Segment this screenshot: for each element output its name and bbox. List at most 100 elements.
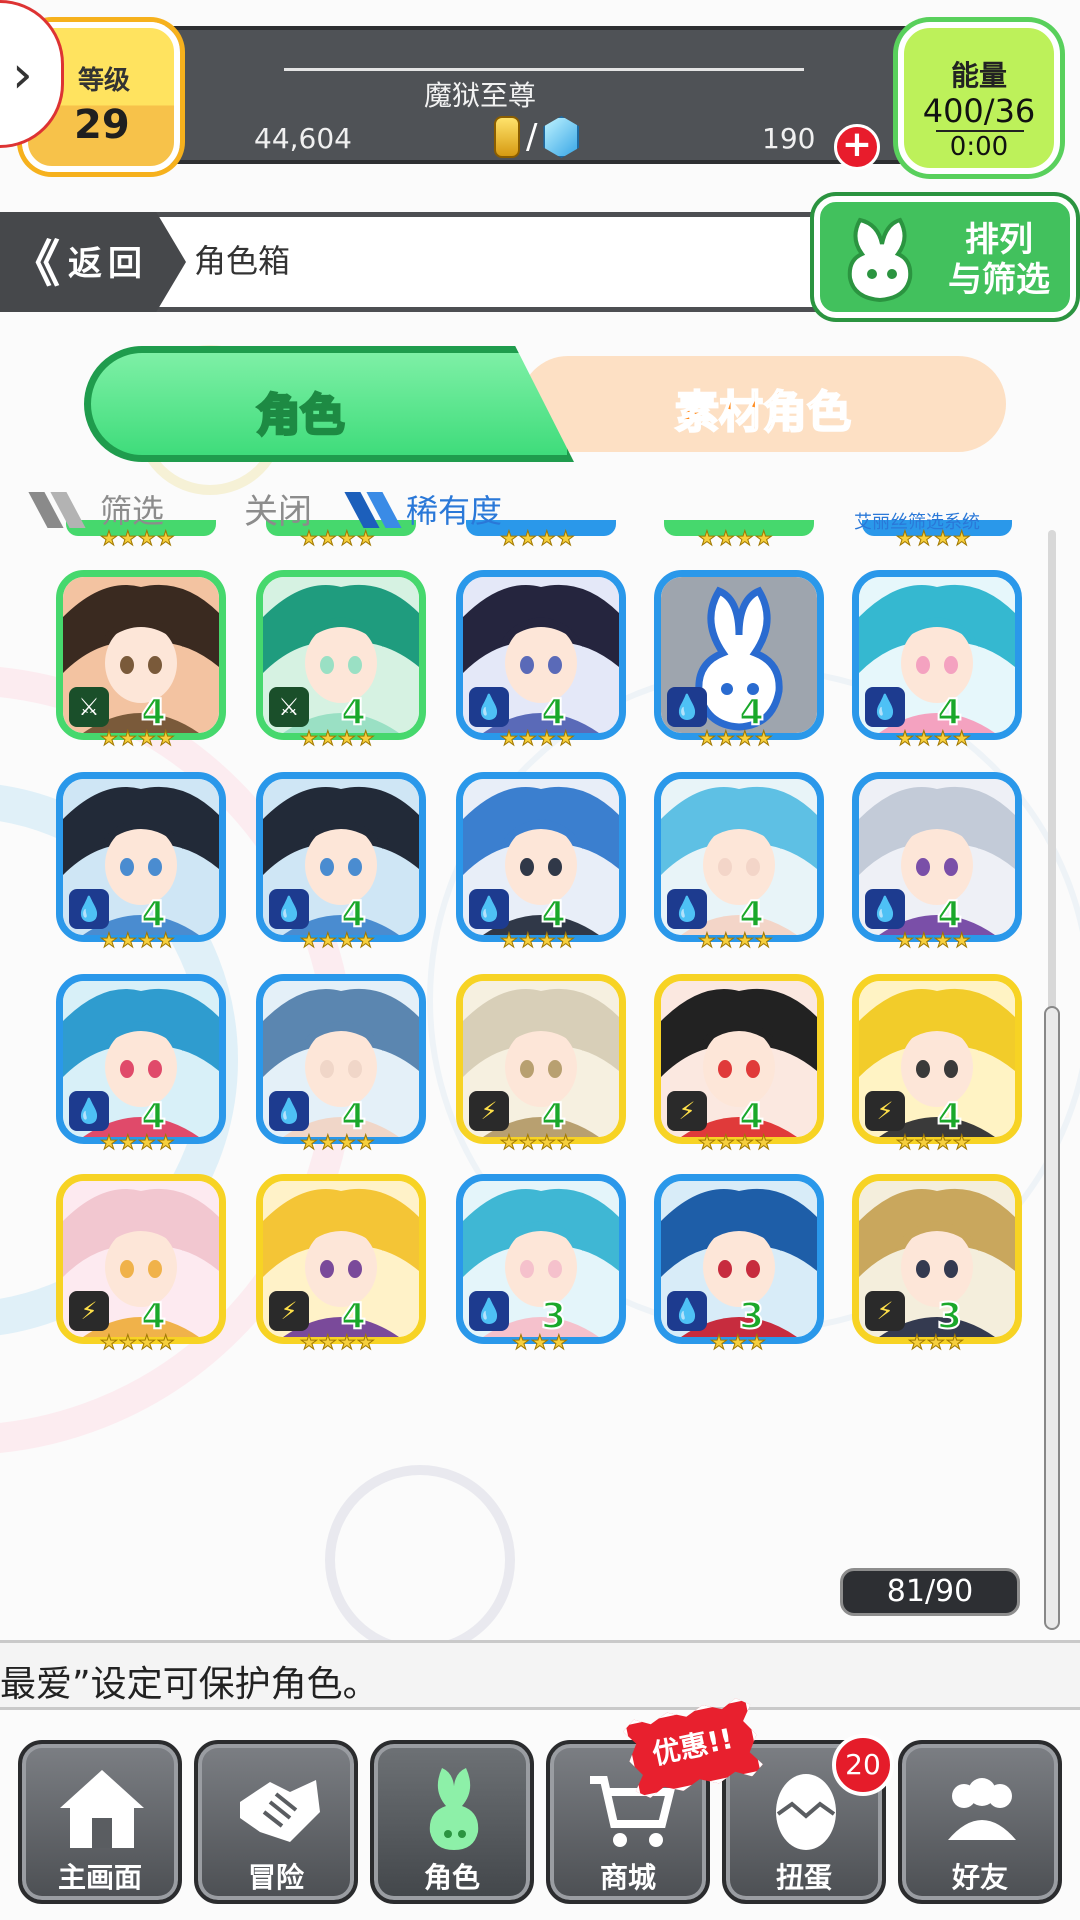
- filter-system-label: 艾丽丝筛选系统: [854, 512, 980, 533]
- water-drop-icon: 💧: [667, 687, 707, 727]
- rarity-stars: ★★★: [908, 1330, 965, 1355]
- character-tile[interactable]: ⚡ 4: [256, 1174, 426, 1344]
- nav-label: 冒险: [247, 1861, 304, 1894]
- character-tile[interactable]: 💧 4: [56, 772, 226, 942]
- gem-icon: [543, 116, 580, 158]
- character-tile[interactable]: 💧 4: [456, 772, 626, 942]
- filter-label[interactable]: 筛选: [100, 486, 164, 532]
- tab-characters[interactable]: 角色: [84, 346, 574, 462]
- character-tile[interactable]: 💧 4: [852, 772, 1022, 942]
- nav-label: 好友: [951, 1861, 1008, 1894]
- back-button[interactable]: 《 返回: [0, 212, 186, 312]
- rarity-stars: ★★★★: [100, 928, 176, 953]
- character-tile[interactable]: 💧 4: [654, 570, 824, 740]
- nav-button-2[interactable]: 角色: [370, 1740, 534, 1904]
- water-drop-icon: 💧: [667, 1291, 707, 1331]
- nav-label: 商城: [599, 1861, 656, 1894]
- back-label: 返回: [68, 244, 148, 284]
- nav-label: 角色: [423, 1861, 480, 1894]
- rarity-stars: ★★★★: [896, 1130, 972, 1155]
- lightning-icon: ⚡: [865, 1091, 905, 1131]
- gold-coin-icon: [494, 116, 520, 158]
- double-chevron-left-icon: 《: [10, 235, 60, 293]
- character-tile[interactable]: 💧 4: [456, 570, 626, 740]
- water-drop-icon: 💧: [69, 1091, 109, 1131]
- rarity-stars: ★★★★: [698, 928, 774, 953]
- lightning-icon: ⚡: [865, 1291, 905, 1331]
- rarity-stars: ★★★★: [100, 726, 176, 751]
- rarity-filter-label[interactable]: 稀有度: [406, 486, 502, 532]
- tab-material-characters[interactable]: 素材角色: [520, 356, 1006, 452]
- rarity-stars: ★★★★: [896, 928, 972, 953]
- character-tile[interactable]: ⚡ 4: [56, 1174, 226, 1344]
- character-tile[interactable]: ⚡ 4: [852, 974, 1022, 1144]
- character-tile[interactable]: 💧 4: [256, 772, 426, 942]
- water-drop-icon: 💧: [469, 889, 509, 929]
- water-drop-icon: 💧: [469, 687, 509, 727]
- title-divider: [284, 68, 804, 71]
- character-tile[interactable]: 💧 4: [852, 570, 1022, 740]
- currency-icons: /: [494, 116, 580, 158]
- currency-separator: /: [526, 117, 538, 157]
- rarity-stars: ★★★: [512, 1330, 569, 1355]
- tip-text: 最爱”设定可保护角色。: [0, 1664, 379, 1705]
- rarity-stars: ★★★★: [698, 726, 774, 751]
- rarity-stars: ★★★★: [500, 726, 576, 751]
- rabbit-sort-icon: [847, 217, 913, 303]
- character-tile[interactable]: ⚔ 4: [256, 570, 426, 740]
- rarity-stars: ★★★★: [300, 726, 376, 751]
- rarity-stars: ★★★: [710, 1330, 767, 1355]
- character-tile[interactable]: 💧 4: [256, 974, 426, 1144]
- gem-amount: 190: [762, 122, 816, 155]
- water-drop-icon: 💧: [269, 1091, 309, 1131]
- rarity-stars: ★★★★: [300, 928, 376, 953]
- rarity-stars: ★★★★: [100, 1130, 176, 1155]
- home-icon: [60, 1770, 144, 1848]
- chevron-right-icon: ›: [12, 45, 33, 105]
- rarity-stars: ★★★★: [500, 1130, 576, 1155]
- lightning-icon: ⚡: [667, 1091, 707, 1131]
- character-tile[interactable]: ⚡ 4: [456, 974, 626, 1144]
- tab-characters-label: 角色: [255, 389, 346, 443]
- character-tile[interactable]: 💧 4: [654, 772, 824, 942]
- water-drop-icon: 💧: [667, 889, 707, 929]
- tip-bar: 最爱”设定可保护角色。: [0, 1640, 1080, 1710]
- nav-button-5[interactable]: 好友: [898, 1740, 1062, 1904]
- rarity-stars: ★★★★: [300, 1330, 376, 1355]
- energy-value: 400/36: [922, 92, 1036, 130]
- water-drop-icon: 💧: [865, 687, 905, 727]
- water-drop-icon: 💧: [269, 889, 309, 929]
- scrollbar-thumb[interactable]: [1044, 1006, 1060, 1630]
- bottom-navigation: 主画面 冒险 角色 商城 扭蛋 好友: [0, 1718, 1080, 1920]
- character-tile[interactable]: ⚔ 4: [56, 570, 226, 740]
- filter-close-label[interactable]: 关闭: [244, 484, 312, 533]
- rarity-stars: ★★★★: [100, 1330, 176, 1355]
- box-capacity-counter: 81/90: [840, 1568, 1020, 1616]
- lightning-icon: ⚡: [269, 1291, 309, 1331]
- water-drop-icon: 💧: [865, 889, 905, 929]
- lightning-icon: ⚡: [469, 1091, 509, 1131]
- level-label: 等级: [78, 66, 131, 96]
- tab-material-label: 素材角色: [674, 386, 852, 439]
- water-drop-icon: 💧: [469, 1291, 509, 1331]
- character-tile[interactable]: ⚡ 4: [654, 974, 824, 1144]
- handshake-icon: [240, 1780, 320, 1842]
- leaf-icon: ⚔: [269, 687, 309, 727]
- rarity-stars: ★★★★: [896, 726, 972, 751]
- character-tile[interactable]: 💧 3: [654, 1174, 824, 1344]
- energy-box[interactable]: 能量 400/36 0:00: [898, 22, 1060, 174]
- rarity-stars: ★★★★: [300, 1130, 376, 1155]
- character-tile[interactable]: ⚡ 3: [852, 1174, 1022, 1344]
- nav-button-1[interactable]: 冒险: [194, 1740, 358, 1904]
- nav-label: 扭蛋: [775, 1861, 832, 1894]
- gacha-count-badge: 20: [832, 1734, 894, 1796]
- sort-label-line2: 与筛选: [948, 260, 1050, 300]
- character-grid: ★★★★ ★★★★ ★★★★ ★★★★ ★★★★ ⚔ 4 ★★★★ ⚔ 4 ★★★★ 💧 4 ★★★★ 💧 4…: [0, 520, 1060, 1640]
- sort-filter-button[interactable]: 排列 与筛选: [814, 196, 1076, 318]
- rarity-stars: ★★★★: [500, 928, 576, 953]
- character-tile[interactable]: 💧 3: [456, 1174, 626, 1344]
- rarity-stars: ★★★★: [698, 1130, 774, 1155]
- add-gem-button[interactable]: +: [834, 124, 880, 170]
- nav-button-0[interactable]: 主画面: [18, 1740, 182, 1904]
- character-tile[interactable]: 💧 4: [56, 974, 226, 1144]
